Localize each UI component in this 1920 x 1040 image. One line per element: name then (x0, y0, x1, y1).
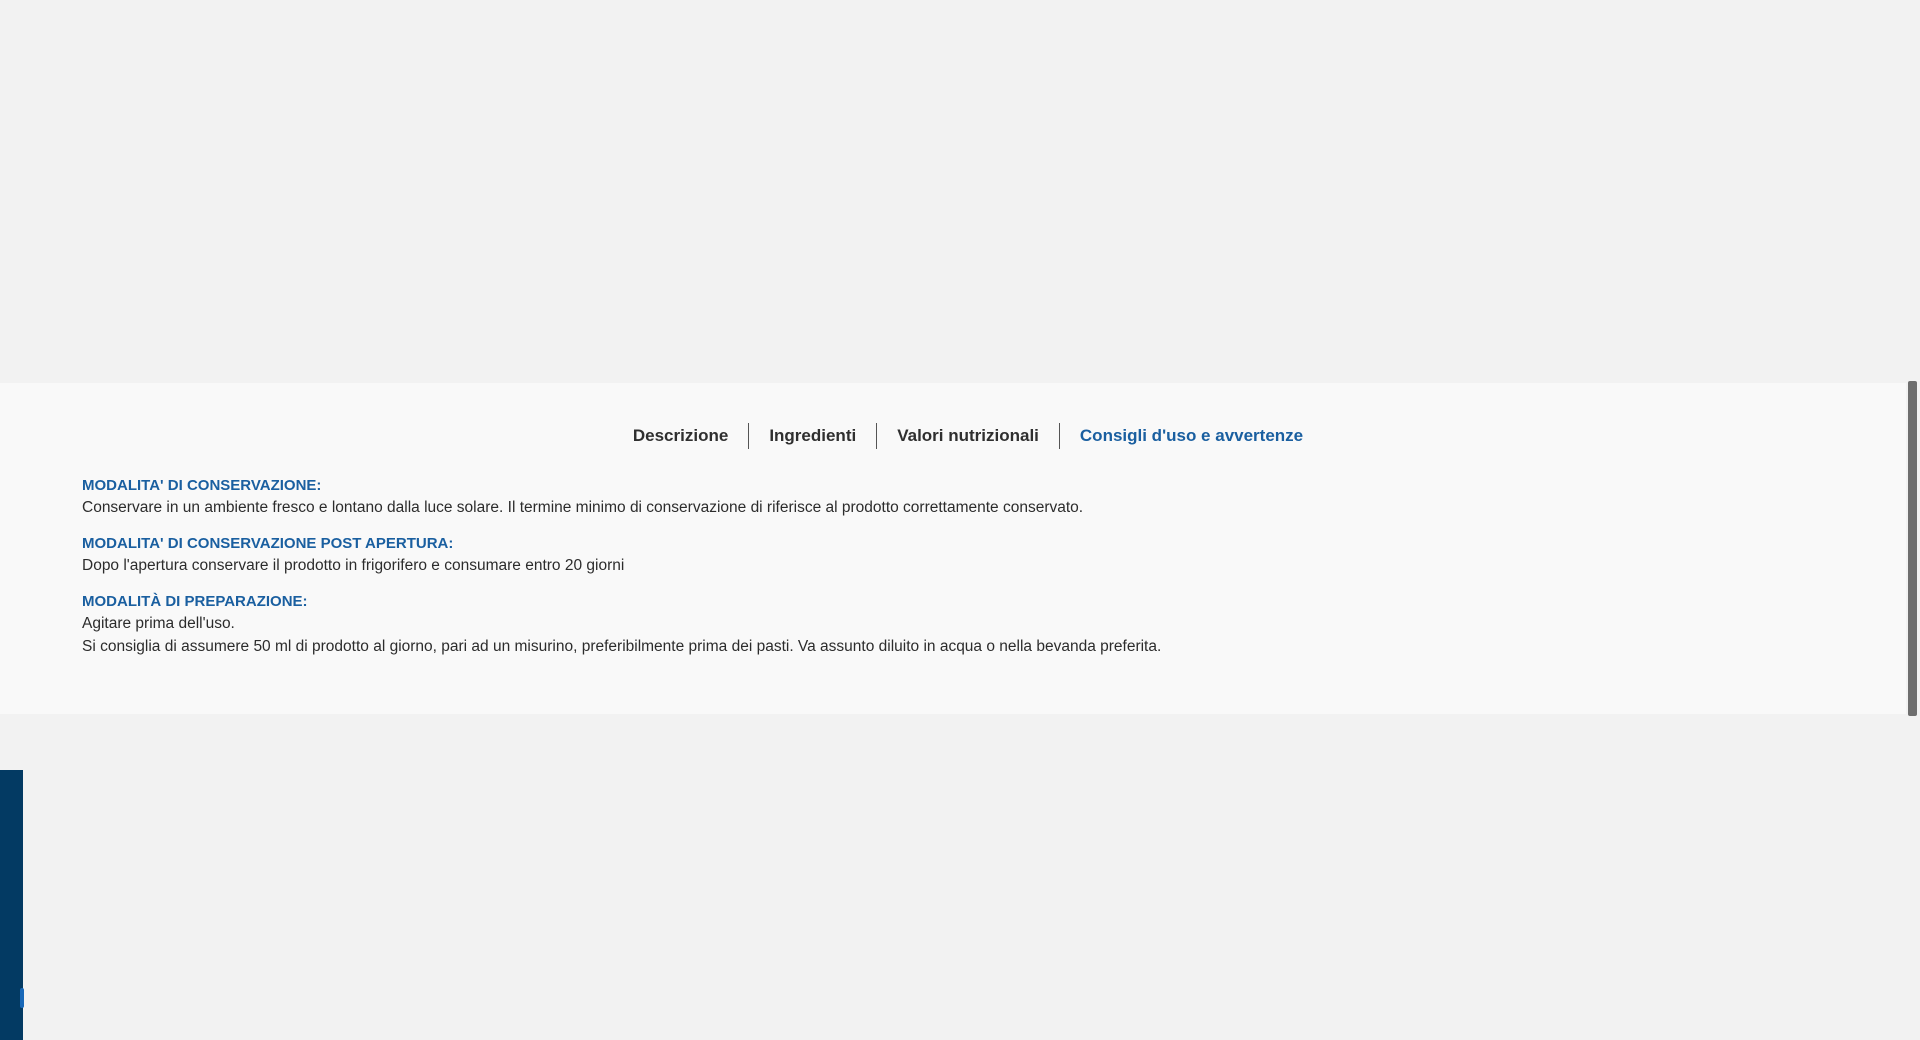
product-info-panel: Descrizione Ingredienti Valori nutrizion… (0, 383, 1906, 714)
section-text: Dopo l'apertura conservare il prodotto i… (82, 557, 625, 574)
tab-descrizione[interactable]: Descrizione (613, 423, 748, 449)
scrollbar-thumb[interactable] (1908, 381, 1917, 716)
section-conservazione-post-apertura: MODALITA' DI CONSERVAZIONE POST APERTURA… (82, 534, 1782, 577)
section-heading: MODALITÀ DI PREPARAZIONE: (82, 593, 308, 610)
product-tabs-inner: Descrizione Ingredienti Valori nutrizion… (613, 423, 1323, 449)
section-heading: MODALITA' DI CONSERVAZIONE: (82, 477, 322, 494)
tab-consigli-uso-avvertenze[interactable]: Consigli d'uso e avvertenze (1060, 423, 1323, 449)
product-tabs: Descrizione Ingredienti Valori nutrizion… (0, 423, 1906, 449)
section-text: Si consiglia di assumere 50 ml di prodot… (82, 638, 1162, 655)
section-preparazione: MODALITÀ DI PREPARAZIONE: Agitare prima … (82, 592, 1782, 658)
tab-content: MODALITA' DI CONSERVAZIONE: Conservare i… (82, 476, 1782, 673)
section-text: Conservare in un ambiente fresco e lonta… (82, 499, 1084, 516)
section-conservazione: MODALITA' DI CONSERVAZIONE: Conservare i… (82, 476, 1782, 519)
tab-ingredienti[interactable]: Ingredienti (749, 423, 876, 449)
tab-valori-nutrizionali[interactable]: Valori nutrizionali (877, 423, 1059, 449)
section-heading: MODALITA' DI CONSERVAZIONE POST APERTURA… (82, 535, 454, 552)
side-tab-accent (20, 988, 24, 1008)
section-text: Agitare prima dell'uso. (82, 615, 235, 632)
